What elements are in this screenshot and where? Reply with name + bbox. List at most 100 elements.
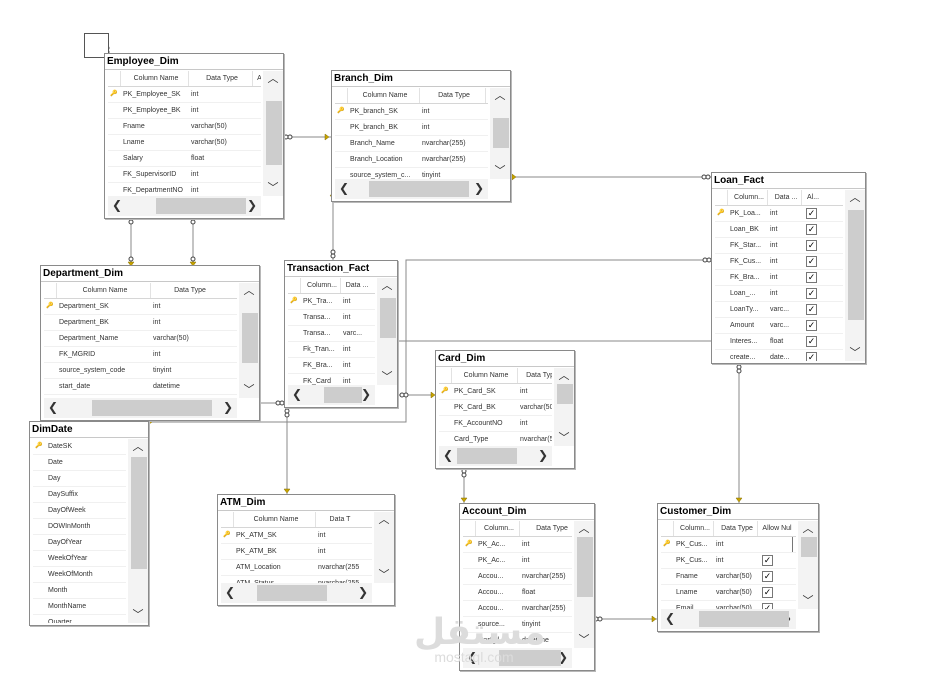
allow-nulls-cell[interactable]: ✓	[801, 270, 821, 285]
scroll-thumb[interactable]	[131, 457, 147, 569]
allow-nulls-cell[interactable]: ✓	[801, 302, 821, 317]
table-row[interactable]: PK_Employee_BK int	[108, 103, 261, 119]
table-row[interactable]: FK_Bra... int ✓	[715, 270, 843, 286]
table-row[interactable]: Fk_Tran... int	[288, 342, 375, 358]
table-row[interactable]: FK_MGRID int	[44, 347, 237, 363]
allow-nulls-checkbox[interactable]: ✓	[806, 224, 817, 235]
vertical-scrollbar[interactable]: ︿ ﹀	[554, 368, 574, 446]
table-row[interactable]: Month	[33, 583, 126, 599]
allow-nulls-checkbox[interactable]: ✓	[806, 272, 817, 283]
table-row[interactable]: Fname varchar(50) ✓	[661, 569, 796, 585]
allow-nulls-cell[interactable]: ✓	[801, 318, 821, 333]
column-header[interactable]: Column...	[475, 521, 519, 536]
scroll-up-icon[interactable]: ︿	[263, 73, 283, 85]
column-header[interactable]: Allo	[252, 71, 261, 86]
allow-nulls-checkbox[interactable]: ✓	[762, 587, 773, 598]
scroll-right-icon[interactable]: ❯	[223, 401, 233, 413]
allow-nulls-cell[interactable]	[757, 537, 793, 552]
scroll-thumb[interactable]	[699, 611, 789, 627]
scroll-thumb[interactable]	[557, 384, 573, 404]
table-row[interactable]: 🔑 PK_branch_SK int	[335, 104, 488, 120]
vertical-scrollbar[interactable]: ︿ ﹀	[239, 283, 259, 398]
scroll-right-icon[interactable]: ❯	[474, 182, 484, 194]
allow-nulls-checkbox[interactable]: ✓	[806, 288, 817, 299]
table-row[interactable]: Department_BK int	[44, 315, 237, 331]
allow-nulls-cell[interactable]	[485, 120, 488, 135]
scroll-up-icon[interactable]: ︿	[490, 90, 510, 102]
scroll-thumb[interactable]	[156, 198, 246, 214]
scroll-thumb[interactable]	[848, 210, 864, 320]
table-row[interactable]: DayOfYear	[33, 535, 126, 551]
table-row[interactable]: PK_Card_BK varchar(50)	[439, 400, 552, 416]
scroll-down-icon[interactable]: ﹀	[239, 384, 259, 396]
allow-nulls-checkbox[interactable]: ✓	[762, 571, 773, 582]
table-row[interactable]: Department_Name varchar(50)	[44, 331, 237, 347]
allow-nulls-cell[interactable]	[252, 119, 261, 134]
allow-nulls-cell[interactable]	[485, 168, 488, 179]
allow-nulls-cell[interactable]	[252, 87, 261, 102]
scroll-left-icon[interactable]: ❮	[339, 182, 349, 194]
table-row[interactable]: FK_Bra... int	[288, 358, 375, 374]
allow-nulls-checkbox[interactable]: ✓	[806, 240, 817, 251]
allow-nulls-checkbox[interactable]: ✓	[806, 320, 817, 331]
column-header[interactable]: Data Type	[519, 521, 572, 536]
allow-nulls-cell[interactable]: ✓	[801, 238, 821, 253]
column-header[interactable]: Column Name	[233, 512, 315, 527]
table-title[interactable]: Transaction_Fact	[285, 261, 397, 277]
scroll-up-icon[interactable]: ︿	[845, 192, 865, 204]
allow-nulls-checkbox[interactable]: ✓	[806, 352, 817, 361]
table-row[interactable]: FK_SupervisorID int	[108, 167, 261, 183]
table-row[interactable]: PK_ATM_BK int	[221, 544, 372, 560]
table-row[interactable]: 🔑 PK_ATM_SK int	[221, 528, 372, 544]
table-row[interactable]: Salary float	[108, 151, 261, 167]
horizontal-scrollbar[interactable]: ❮❯	[661, 609, 796, 629]
scroll-left-icon[interactable]: ❮	[665, 612, 675, 624]
column-header[interactable]: Data T	[315, 512, 361, 527]
allow-nulls-checkbox[interactable]: ✓	[806, 208, 817, 219]
table-title[interactable]: Card_Dim	[436, 351, 574, 367]
allow-nulls-cell[interactable]: ✓	[757, 569, 793, 584]
table-row[interactable]: DaySuffix	[33, 487, 126, 503]
column-header[interactable]: Data Type	[713, 521, 757, 536]
horizontal-scrollbar[interactable]: ❮❯	[288, 385, 375, 405]
allow-nulls-checkbox[interactable]: ✓	[762, 555, 773, 566]
scroll-right-icon[interactable]: ❯	[247, 199, 257, 211]
allow-nulls-cell[interactable]	[485, 152, 488, 167]
allow-nulls-cell[interactable]	[252, 151, 261, 166]
table-row[interactable]: Branch_Name nvarchar(255)	[335, 136, 488, 152]
table-row[interactable]: Day	[33, 471, 126, 487]
table-row[interactable]: source_system_code tinyint	[44, 363, 237, 379]
table-branch-dim[interactable]: Branch_DimColumn NameData TypeAllo 🔑 PK_br…	[331, 70, 511, 202]
table-row[interactable]: Transa... varc...	[288, 326, 375, 342]
table-row[interactable]: Lname varchar(50) ✓	[661, 585, 796, 601]
horizontal-scrollbar[interactable]: ❮❯	[221, 583, 372, 603]
table-row[interactable]: DOWInMonth	[33, 519, 126, 535]
allow-nulls-cell[interactable]	[485, 104, 488, 119]
allow-nulls-cell[interactable]: ✓	[801, 222, 821, 237]
table-row[interactable]: source_system_c... tinyint	[335, 168, 488, 179]
scroll-up-icon[interactable]: ︿	[377, 280, 397, 292]
scroll-down-icon[interactable]: ﹀	[554, 432, 574, 444]
scroll-down-icon[interactable]: ﹀	[263, 182, 283, 194]
table-row[interactable]: LoanTy... varc... ✓	[715, 302, 843, 318]
table-row[interactable]: PK_Ac... int	[463, 553, 572, 569]
scroll-up-icon[interactable]: ︿	[128, 441, 148, 453]
column-header[interactable]: Allo	[485, 88, 488, 103]
scroll-thumb[interactable]	[457, 448, 517, 464]
allow-nulls-checkbox[interactable]: ✓	[806, 256, 817, 267]
allow-nulls-cell[interactable]	[252, 167, 261, 182]
scroll-up-icon[interactable]: ︿	[239, 285, 259, 297]
table-row[interactable]: Interes... float ✓	[715, 334, 843, 350]
allow-nulls-cell[interactable]	[252, 135, 261, 150]
allow-nulls-cell[interactable]	[485, 136, 488, 151]
table-title[interactable]: ATM_Dim	[218, 495, 394, 511]
allow-nulls-cell[interactable]: ✓	[801, 334, 821, 349]
allow-nulls-cell[interactable]	[252, 183, 261, 196]
table-row[interactable]: ATM_Statusnvarchar(255	[221, 576, 372, 583]
table-row[interactable]: FK_Cus... int ✓	[715, 254, 843, 270]
vertical-scrollbar[interactable]: ︿ ﹀	[374, 512, 394, 583]
column-header[interactable]: Data Type	[188, 71, 252, 86]
column-header[interactable]: Data Type	[150, 283, 226, 298]
table-row[interactable]: MonthName	[33, 599, 126, 615]
table-row[interactable]: Email varchar(50) ✓	[661, 601, 796, 609]
